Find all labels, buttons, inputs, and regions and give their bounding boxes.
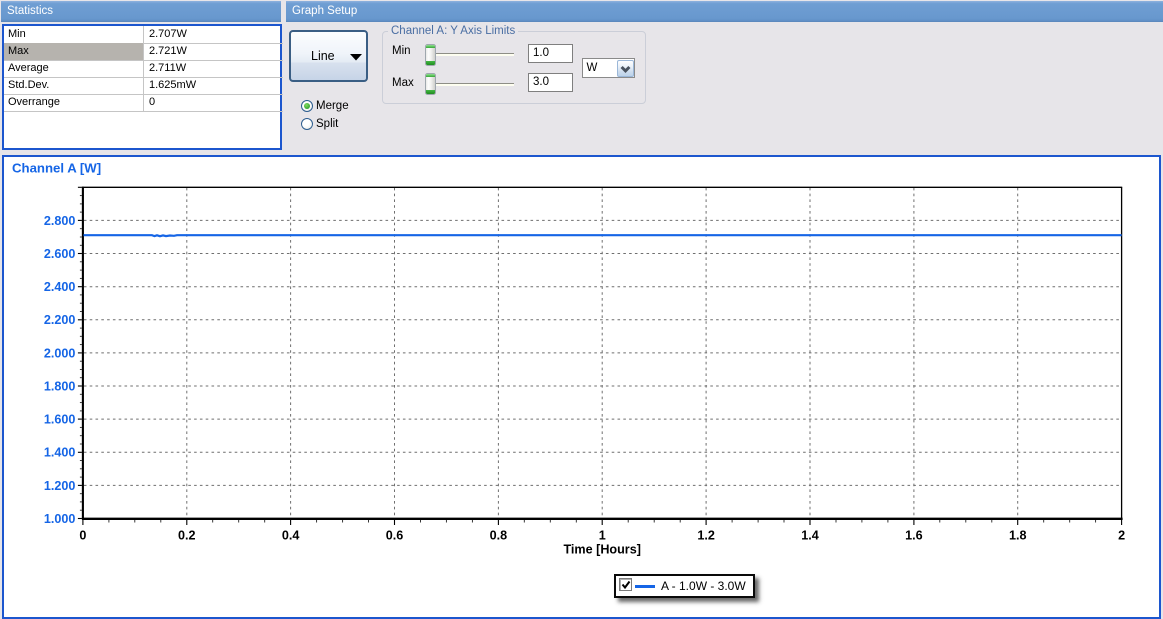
svg-text:Channel A [W]: Channel A [W] bbox=[12, 161, 101, 176]
svg-text:0.6: 0.6 bbox=[386, 529, 404, 543]
svg-text:0.8: 0.8 bbox=[490, 529, 508, 543]
svg-text:1.2: 1.2 bbox=[697, 529, 715, 543]
svg-text:Time [Hours]: Time [Hours] bbox=[563, 543, 640, 557]
svg-text:0.2: 0.2 bbox=[178, 529, 196, 543]
svg-text:0.4: 0.4 bbox=[282, 529, 300, 543]
svg-text:0: 0 bbox=[79, 529, 86, 543]
svg-text:2.600: 2.600 bbox=[44, 247, 76, 261]
svg-text:2.800: 2.800 bbox=[44, 214, 76, 228]
svg-text:1: 1 bbox=[599, 529, 606, 543]
svg-text:2: 2 bbox=[1118, 529, 1125, 543]
svg-text:2.000: 2.000 bbox=[44, 346, 76, 360]
svg-text:1.6: 1.6 bbox=[905, 529, 923, 543]
svg-text:1.600: 1.600 bbox=[44, 413, 76, 427]
svg-text:2.200: 2.200 bbox=[44, 313, 76, 327]
svg-text:1.4: 1.4 bbox=[801, 529, 819, 543]
svg-text:1.000: 1.000 bbox=[44, 512, 76, 526]
svg-text:1.200: 1.200 bbox=[44, 479, 76, 493]
svg-text:1.8: 1.8 bbox=[1009, 529, 1027, 543]
svg-text:1.800: 1.800 bbox=[44, 379, 76, 393]
svg-text:1.400: 1.400 bbox=[44, 446, 76, 460]
svg-text:2.400: 2.400 bbox=[44, 280, 76, 294]
